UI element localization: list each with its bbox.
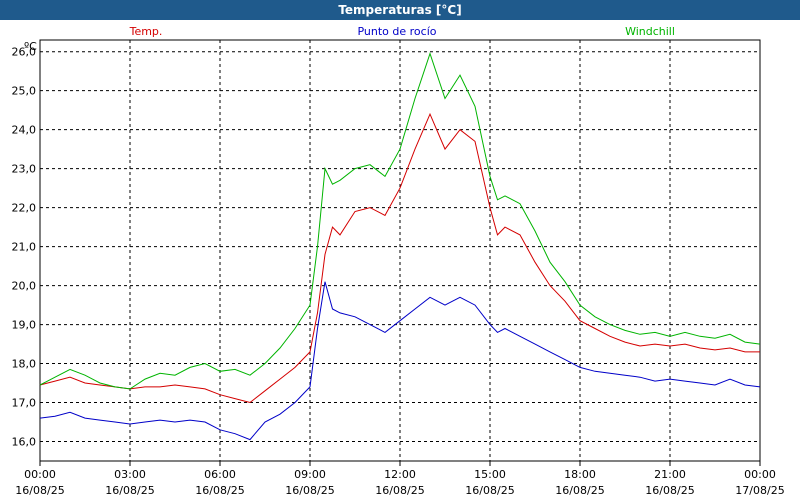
x-tick-time: 18:00 [564,468,596,481]
x-tick-time: 00:00 [744,468,776,481]
x-tick-time: 00:00 [24,468,56,481]
temperature-chart: 16,0 17,0 18,0 19,0 20,0 21,0 22,0 23,0 24,0 25,0… [12,25,785,497]
y-tick-label: 23,0 [12,163,37,176]
x-tick-date: 16/08/25 [195,484,244,497]
legend-entry-1: Punto de rocío [357,25,436,38]
legend-entry-2: Windchill [625,25,675,38]
x-tick-date: 16/08/25 [15,484,64,497]
y-tick-label: 16,0 [12,436,37,449]
x-tick-time: 21:00 [654,468,686,481]
x-tick-time: 15:00 [474,468,506,481]
x-tick-date: 16/08/25 [645,484,694,497]
y-tick-label: 21,0 [12,241,37,254]
y-tick-label: 25,0 [12,85,37,98]
x-tick-date: 16/08/25 [285,484,334,497]
x-tick-time: 12:00 [384,468,416,481]
x-tick-time: 09:00 [294,468,326,481]
x-tick-time: 06:00 [204,468,236,481]
legend-entry-0: Temp. [129,25,163,38]
y-tick-label: 20,0 [12,280,37,293]
x-tick-date: 16/08/25 [375,484,424,497]
x-tick-date: 17/08/25 [735,484,784,497]
y-tick-label: 22,0 [12,202,37,215]
chart-title: Temperaturas [°C] [0,0,800,20]
y-axis-unit: ºC [24,40,37,53]
y-tick-label: 17,0 [12,397,37,410]
y-tick-label: 24,0 [12,124,37,137]
x-tick-date: 16/08/25 [105,484,154,497]
x-tick-date: 16/08/25 [465,484,514,497]
y-tick-label: 19,0 [12,319,37,332]
x-tick-date: 16/08/25 [555,484,604,497]
y-tick-label: 18,0 [12,358,37,371]
x-tick-time: 03:00 [114,468,146,481]
